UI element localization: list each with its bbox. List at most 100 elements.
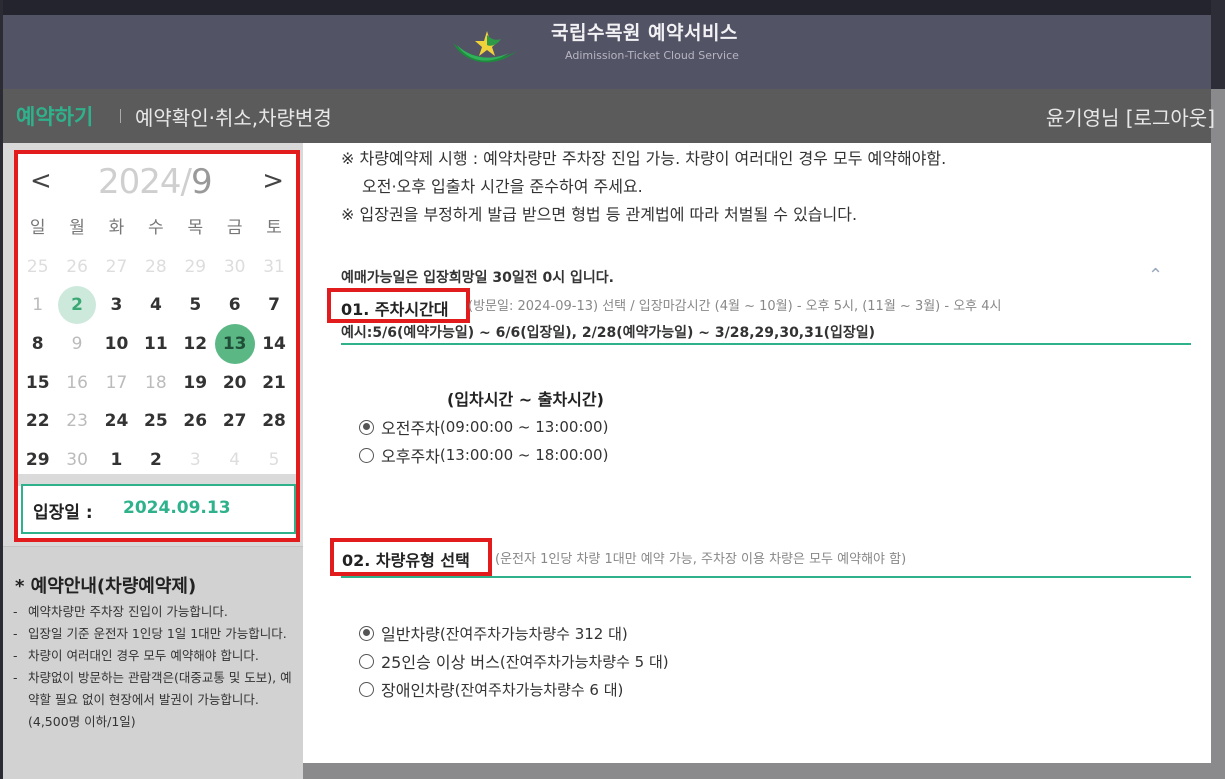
calendar-weekday-row: 일월화수목금토 — [18, 209, 296, 248]
calendar-day: 31 — [254, 248, 293, 286]
chevron-up-icon[interactable]: ⌃ — [1148, 265, 1163, 286]
notice-line-3: ※ 입장권을 부정하게 발급 받으면 형법 등 관계법에 따라 처벌될 수 있습… — [341, 205, 858, 224]
calendar-day: 18 — [136, 364, 175, 402]
calendar-day: 28 — [136, 248, 175, 286]
section2-divider — [341, 576, 1191, 578]
main-content: ※ 차량예약제 시행 : 예약차량만 주차장 진입 가능. 차량이 여러대인 경… — [303, 143, 1211, 763]
calendar-day-number: 28 — [145, 256, 167, 277]
calendar-week-row: 25 26 27 28 29 30 31 — [18, 248, 296, 287]
calendar-day-number: 23 — [66, 411, 88, 432]
radio-bus-vehicle[interactable]: 25인승 이상 버스 (잔여주차가능차량수 5 대) — [359, 649, 669, 673]
entry-date-box: 입장일 : 2024.09.13 — [21, 484, 296, 534]
calendar-day-number: 21 — [262, 372, 286, 393]
radio-afternoon-parking[interactable]: 오후주차 (13:00:00 ~ 18:00:00) — [359, 443, 608, 467]
calendar-day[interactable]: 12 — [176, 325, 215, 363]
calendar-day-number: 31 — [263, 256, 285, 277]
calendar-week-row: 8 9 10 11 12 13 14 — [18, 324, 296, 365]
radio-label: 오전주차 — [381, 419, 440, 438]
calendar-day-number: 9 — [71, 334, 83, 355]
calendar-day: 30 — [215, 248, 254, 286]
section1-title-box: 01. 주차시간대 — [327, 288, 470, 323]
leaf-logo-icon — [453, 31, 517, 63]
prev-month-button[interactable]: < — [30, 166, 52, 196]
calendar-week-row: 22 23 24 25 26 27 28 — [18, 402, 296, 441]
calendar-day[interactable]: 25 — [136, 402, 175, 440]
section2-title-box: 02. 차량유형 선택 — [330, 538, 492, 576]
calendar-day[interactable]: 13 — [214, 324, 256, 365]
calendar-day-number: 4 — [229, 449, 241, 470]
calendar-day: 26 — [57, 248, 96, 286]
calendar-day[interactable]: 24 — [97, 402, 136, 440]
calendar-day[interactable]: 6 — [215, 286, 254, 324]
calendar-day: 9 — [57, 325, 96, 363]
calendar-day[interactable]: 26 — [176, 402, 215, 440]
calendar-day[interactable]: 2 — [57, 286, 97, 325]
calendar-month: 9 — [190, 162, 213, 202]
calendar-day[interactable]: 27 — [215, 402, 254, 440]
calendar-day-number: 22 — [25, 411, 50, 432]
radio-morning-parking[interactable]: 오전주차 (09:00:00 ~ 13:00:00) — [359, 415, 608, 439]
calendar-day-number: 13 — [222, 334, 247, 355]
radio-icon[interactable] — [359, 681, 374, 697]
calendar-day[interactable]: 7 — [254, 286, 293, 324]
calendar-day-number: 12 — [183, 334, 208, 355]
nav-check-cancel-link[interactable]: 예약확인·취소,차량변경 — [135, 102, 332, 131]
notice-line-1: ※ 차량예약제 시행 : 예약차량만 주차장 진입 가능. 차량이 여러대인 경… — [341, 149, 947, 168]
calendar-weekday: 월 — [69, 218, 85, 239]
calendar-day-number: 5 — [189, 295, 202, 316]
site-title: 국립수목원 예약서비스 — [551, 22, 738, 44]
calendar-day[interactable]: 14 — [254, 325, 293, 363]
calendar-grid: 일 월 화 수 목 금 토 25 26 27 28 29 30 31 1 2 3 4 5 6 7 8 9 10 11 12 13 14… — [18, 209, 296, 479]
calendar-widget: < 2024/9 > 일 월 화 수 목 금 토 25 26 27 28 29 30 31 1 2 3 4 5 6 7 8… — [14, 150, 300, 542]
radio-time: (09:00:00 ~ 13:00:00) — [439, 418, 609, 436]
calendar-day[interactable]: 8 — [18, 325, 57, 363]
notice-block: ※ 차량예약제 시행 : 예약차량만 주차장 진입 가능. 차량이 여러대인 경… — [341, 145, 946, 229]
calendar-week-row: 15 16 17 18 19 20 21 — [18, 363, 296, 402]
main-nav: 예약하기 예약확인·취소,차량변경 윤기영님 [로그아웃] — [3, 89, 1215, 143]
calendar-day[interactable]: 28 — [254, 402, 293, 440]
bullet-dash: - — [13, 648, 18, 663]
calendar-day-number: 3 — [110, 295, 123, 316]
time-range-header: (입차시간 ~ 출차시간) — [447, 390, 604, 409]
calendar-day-number: 30 — [223, 256, 246, 277]
calendar-weekday: 화 — [108, 218, 125, 239]
user-logout-link[interactable]: 윤기영님 [로그아웃] — [1046, 102, 1215, 131]
guide-list-item: - 차량없이 방문하는 관람객은(대중교통 및 도보), 예약할 필요 없이 현장… — [13, 667, 293, 733]
radio-icon[interactable] — [359, 447, 374, 463]
calendar-day[interactable]: 4 — [136, 286, 175, 324]
sidebar: < 2024/9 > 일 월 화 수 목 금 토 25 26 27 28 29 30 31 1 2 3 4 5 6 7 8… — [3, 143, 303, 779]
calendar-year: 2024/ — [98, 162, 192, 202]
radio-icon[interactable] — [359, 625, 374, 641]
calendar-day[interactable]: 11 — [136, 325, 175, 363]
radio-regular-vehicle[interactable]: 일반차량 (잔여주차가능차량수 312 대) — [359, 621, 628, 645]
bullet-dash: - — [13, 626, 18, 641]
calendar-day[interactable]: 3 — [97, 286, 136, 324]
radio-time: (13:00:00 ~ 18:00:00) — [439, 446, 609, 464]
calendar-day[interactable]: 5 — [176, 286, 215, 324]
calendar-day[interactable]: 10 — [97, 325, 136, 363]
entry-date-value: 2024.09.13 — [123, 498, 231, 518]
calendar-day-number: 4 — [149, 295, 162, 316]
radio-disabled-vehicle[interactable]: 장애인차량 (잔여주차가능차량수 6 대) — [359, 677, 623, 701]
nav-book-link[interactable]: 예약하기 — [16, 101, 93, 131]
calendar-day: 16 — [57, 364, 96, 402]
calendar-day[interactable]: 20 — [215, 364, 254, 402]
calendar-day: 25 — [18, 248, 57, 286]
radio-icon[interactable] — [359, 419, 374, 435]
radio-icon[interactable] — [359, 653, 374, 669]
calendar-day[interactable]: 22 — [18, 402, 57, 440]
calendar-day[interactable]: 15 — [18, 364, 57, 402]
calendar-day[interactable]: 21 — [254, 364, 293, 402]
calendar-day[interactable]: 19 — [176, 364, 215, 402]
calendar-day: 29 — [176, 248, 215, 286]
calendar-day-number: 25 — [26, 256, 49, 277]
notice-line-2: 오전·오후 입출차 시간을 준수하여 주세요. — [362, 177, 643, 196]
calendar-weekday: 토 — [266, 218, 282, 239]
calendar-day-number: 28 — [262, 411, 286, 432]
guide-list-item: - 차량이 여러대인 경우 모두 예약해야 합니다. — [13, 645, 293, 667]
radio-label: 오후주차 — [381, 447, 440, 466]
window-top-edge — [0, 0, 1225, 15]
calendar-title: 2024/9 — [98, 162, 213, 202]
next-month-button[interactable]: > — [262, 166, 284, 196]
section1-example: 예시:5/6(예약가능일) ~ 6/6(입장일), 2/28(예약가능일) ~ … — [341, 325, 876, 341]
